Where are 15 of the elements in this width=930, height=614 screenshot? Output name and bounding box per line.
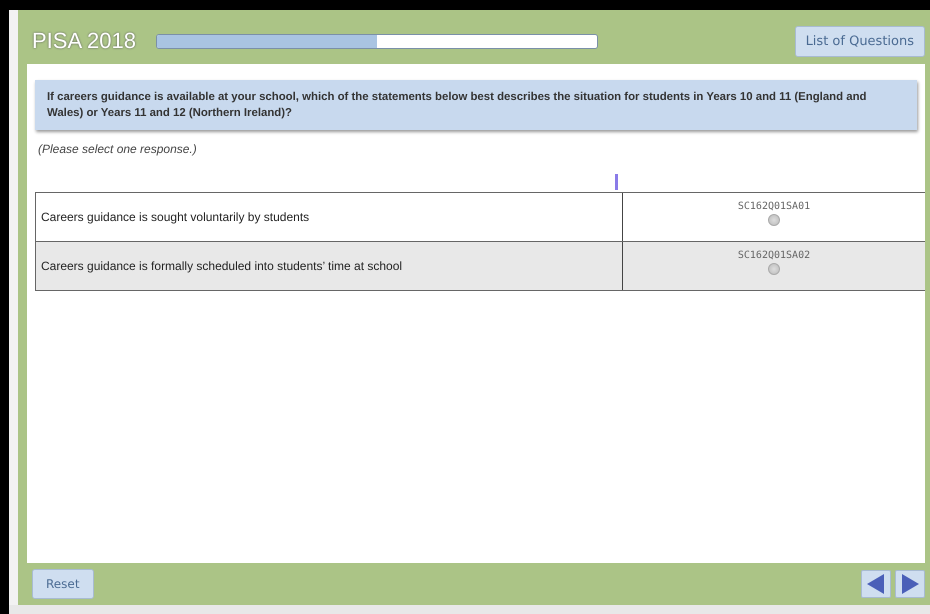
radio-button[interactable] <box>768 214 780 226</box>
instruction-text: (Please select one response.) <box>38 142 198 156</box>
radio-button[interactable] <box>768 263 780 275</box>
column-marker <box>615 174 618 190</box>
left-arrow-icon <box>867 574 885 594</box>
next-button[interactable] <box>895 570 925 598</box>
list-of-questions-button[interactable]: List of Questions <box>794 26 925 56</box>
question-text: If careers guidance is available at your school, which of the statements below best describes the situation for students in Years 10 and 11 (England and Wales) or Years 11 and 12 (Northern Ireland)? <box>35 80 917 130</box>
response-code: SC162Q01SA01 <box>738 201 810 212</box>
reset-button[interactable]: Reset <box>32 569 94 599</box>
statement-cell: Careers guidance is formally scheduled into students’ time at school <box>36 242 623 290</box>
right-arrow-icon <box>901 574 919 594</box>
response-code: SC162Q01SA02 <box>738 250 810 261</box>
app-title: PISA 2018 <box>32 28 136 54</box>
previous-button[interactable] <box>861 570 891 598</box>
